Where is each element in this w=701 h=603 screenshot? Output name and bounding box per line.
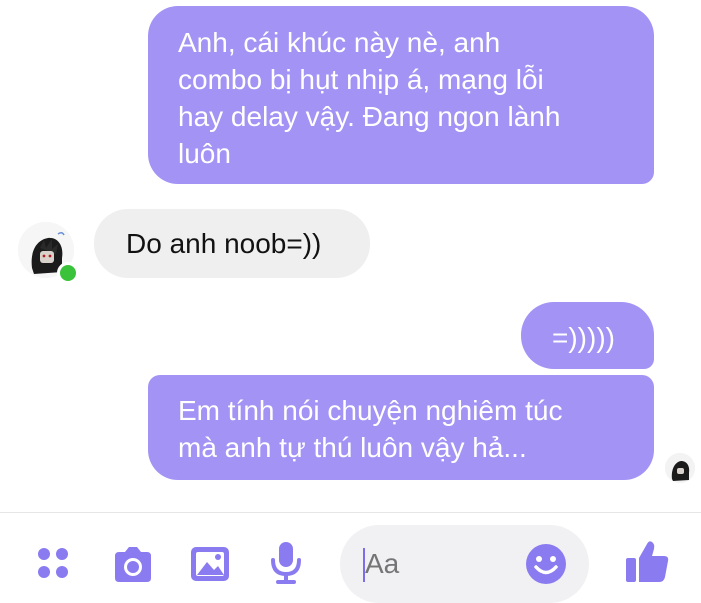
- microphone-icon[interactable]: [266, 540, 306, 586]
- composer-divider: [0, 512, 701, 513]
- camera-icon[interactable]: [111, 544, 155, 584]
- apps-icon[interactable]: [36, 545, 72, 581]
- message-input[interactable]: [365, 545, 515, 583]
- incoming-message[interactable]: Do anh noob=)): [94, 209, 370, 278]
- emoji-icon[interactable]: [525, 543, 567, 585]
- outgoing-message[interactable]: Em tính nói chuyện nghiêm túc mà anh tự …: [148, 375, 654, 480]
- online-status-icon: [57, 262, 79, 284]
- like-icon[interactable]: [624, 538, 670, 584]
- outgoing-message[interactable]: =))))): [521, 302, 654, 369]
- image-icon[interactable]: [189, 544, 231, 584]
- seen-avatar-icon: [665, 453, 695, 483]
- outgoing-message[interactable]: Anh, cái khúc này nè, anh combo bị hụt n…: [148, 6, 654, 184]
